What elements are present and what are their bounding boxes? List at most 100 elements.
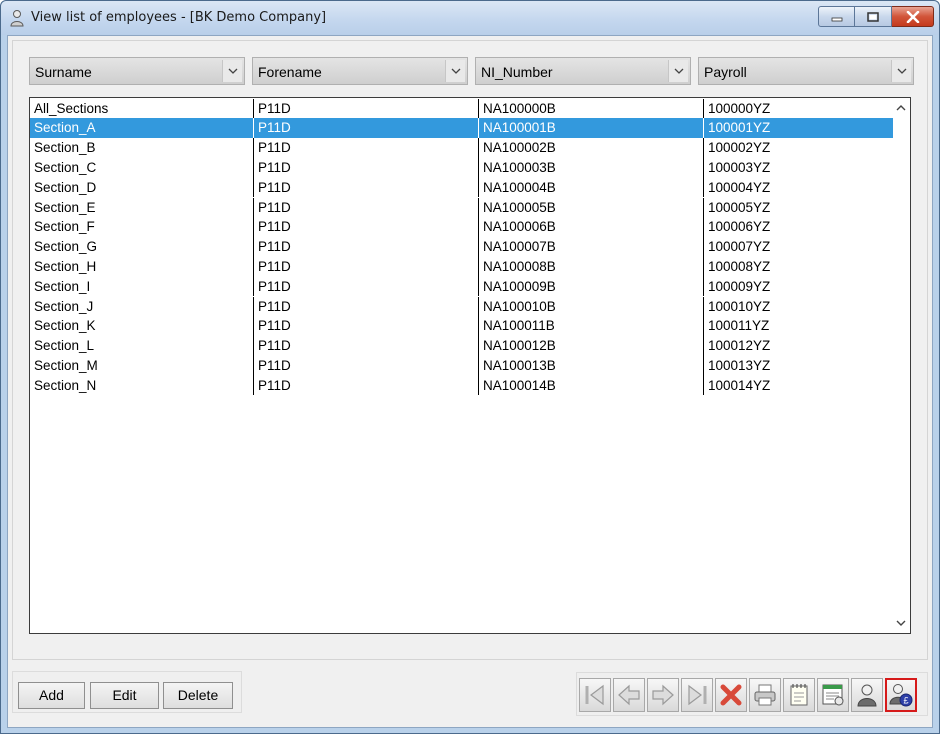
surname-cell: Section_N: [34, 377, 97, 393]
table-row[interactable]: Section_M P11D NA100013B 100013YZ: [30, 355, 894, 376]
ni-number-cell: NA100011B: [478, 316, 703, 337]
table-row[interactable]: Section_J P11D NA100010B 100010YZ: [30, 296, 894, 317]
employee-pay-button[interactable]: £: [885, 678, 917, 712]
employee-list[interactable]: All_Sections P11D NA100000B 100000YZ Section…: [29, 97, 911, 634]
delete-record-button[interactable]: [715, 678, 747, 712]
forename-cell: P11D: [253, 177, 478, 198]
surname-cell: Section_A: [34, 120, 96, 136]
next-record-icon: [652, 684, 674, 706]
surname-cell: Section_F: [34, 219, 95, 235]
vertical-scrollbar[interactable]: [893, 98, 910, 633]
add-button[interactable]: Add: [18, 682, 85, 709]
forename-cell: P11D: [253, 217, 478, 238]
chevron-down-icon[interactable]: [445, 60, 465, 82]
forename-column-label: Forename: [258, 64, 322, 80]
table-row[interactable]: All_Sections P11D NA100000B 100000YZ: [30, 98, 894, 119]
table-row[interactable]: Section_I P11D NA100009B 100009YZ: [30, 276, 894, 297]
payroll-cell: 100014YZ: [703, 375, 894, 396]
last-record-icon: [688, 684, 707, 706]
payroll-cell: 100010YZ: [703, 296, 894, 317]
ni-number-column-select[interactable]: NI_Number: [475, 57, 691, 85]
table-row[interactable]: Section_C P11D NA100003B 100003YZ: [30, 157, 894, 178]
scroll-down-icon[interactable]: [895, 617, 907, 629]
report-icon: [822, 684, 844, 706]
first-record-icon: [585, 684, 604, 706]
first-record-button[interactable]: [579, 678, 611, 712]
employee-pay-icon: £: [889, 684, 913, 707]
action-button-bar: Add Edit Delete: [12, 671, 242, 713]
close-icon: [906, 10, 919, 23]
table-row[interactable]: Section_A P11D NA100001B 100001YZ: [30, 118, 894, 139]
surname-cell: Section_I: [34, 278, 91, 294]
table-row[interactable]: Section_B P11D NA100002B 100002YZ: [30, 138, 894, 158]
ni-number-cell: NA100008B: [478, 256, 703, 277]
ni-number-cell: NA100006B: [478, 217, 703, 238]
surname-cell: Section_B: [34, 140, 96, 156]
delete-button[interactable]: Delete: [163, 682, 233, 709]
delete-record-icon: [720, 684, 742, 706]
ni-number-cell: NA100002B: [478, 138, 703, 158]
chevron-down-icon[interactable]: [668, 60, 688, 82]
maximize-button[interactable]: [855, 6, 892, 27]
print-button[interactable]: [749, 678, 781, 712]
chevron-down-icon[interactable]: [891, 60, 911, 82]
surname-cell: Section_J: [34, 298, 94, 314]
forename-cell: P11D: [253, 138, 478, 158]
previous-record-button[interactable]: [613, 678, 645, 712]
surname-cell: Section_E: [34, 199, 96, 215]
title-bar[interactable]: View list of employees - [BK Demo Compan…: [1, 1, 939, 35]
forename-column-select[interactable]: Forename: [252, 57, 468, 85]
surname-column-label: Surname: [35, 64, 92, 80]
minimize-icon: [831, 17, 842, 21]
table-row[interactable]: Section_D P11D NA100004B 100004YZ: [30, 177, 894, 198]
payroll-cell: 100000YZ: [703, 98, 894, 119]
payroll-cell: 100006YZ: [703, 217, 894, 238]
forename-cell: P11D: [253, 98, 478, 119]
payroll-cell: 100004YZ: [703, 177, 894, 198]
payroll-cell: 100007YZ: [703, 237, 894, 257]
report-button[interactable]: [817, 678, 849, 712]
surname-cell: Section_H: [34, 258, 97, 274]
last-record-button[interactable]: [681, 678, 713, 712]
employee-icon: [857, 684, 877, 707]
previous-record-icon: [618, 684, 640, 706]
payroll-cell: 100011YZ: [703, 316, 894, 337]
table-row[interactable]: Section_L P11D NA100012B 100012YZ: [30, 336, 894, 356]
svg-text:£: £: [903, 696, 908, 706]
payroll-cell: 100009YZ: [703, 276, 894, 297]
ni-number-cell: NA100001B: [478, 118, 703, 139]
table-row[interactable]: Section_E P11D NA100005B 100005YZ: [30, 197, 894, 218]
forename-cell: P11D: [253, 256, 478, 277]
ni-number-cell: NA100009B: [478, 276, 703, 297]
next-record-button[interactable]: [647, 678, 679, 712]
forename-cell: P11D: [253, 316, 478, 337]
employee-button[interactable]: [851, 678, 883, 712]
ni-number-cell: NA100004B: [478, 177, 703, 198]
maximize-icon: [867, 11, 879, 22]
chevron-down-icon[interactable]: [222, 60, 242, 82]
table-row[interactable]: Section_H P11D NA100008B 100008YZ: [30, 256, 894, 277]
forename-cell: P11D: [253, 237, 478, 257]
close-button[interactable]: [892, 6, 934, 27]
employee-list-panel: Surname Forename NI_Number Payroll All_S…: [12, 40, 928, 660]
table-row[interactable]: Section_G P11D NA100007B 100007YZ: [30, 237, 894, 257]
surname-cell: Section_D: [34, 179, 97, 195]
surname-cell: Section_M: [34, 357, 98, 373]
table-row[interactable]: Section_K P11D NA100011B 100011YZ: [30, 316, 894, 337]
print-icon: [754, 684, 776, 706]
payroll-column-select[interactable]: Payroll: [698, 57, 914, 85]
payroll-cell: 100002YZ: [703, 138, 894, 158]
scroll-up-icon[interactable]: [895, 102, 907, 114]
minimize-button[interactable]: [818, 6, 855, 27]
surname-column-select[interactable]: Surname: [29, 57, 245, 85]
forename-cell: P11D: [253, 276, 478, 297]
ni-number-cell: NA100014B: [478, 375, 703, 396]
edit-button[interactable]: Edit: [90, 682, 159, 709]
surname-cell: Section_G: [34, 239, 98, 255]
table-row[interactable]: Section_N P11D NA100014B 100014YZ: [30, 375, 894, 396]
payroll-cell: 100012YZ: [703, 336, 894, 356]
table-row[interactable]: Section_F P11D NA100006B 100006YZ: [30, 217, 894, 238]
notepad-button[interactable]: [783, 678, 815, 712]
payroll-cell: 100003YZ: [703, 157, 894, 178]
ni-number-column-label: NI_Number: [481, 64, 553, 80]
